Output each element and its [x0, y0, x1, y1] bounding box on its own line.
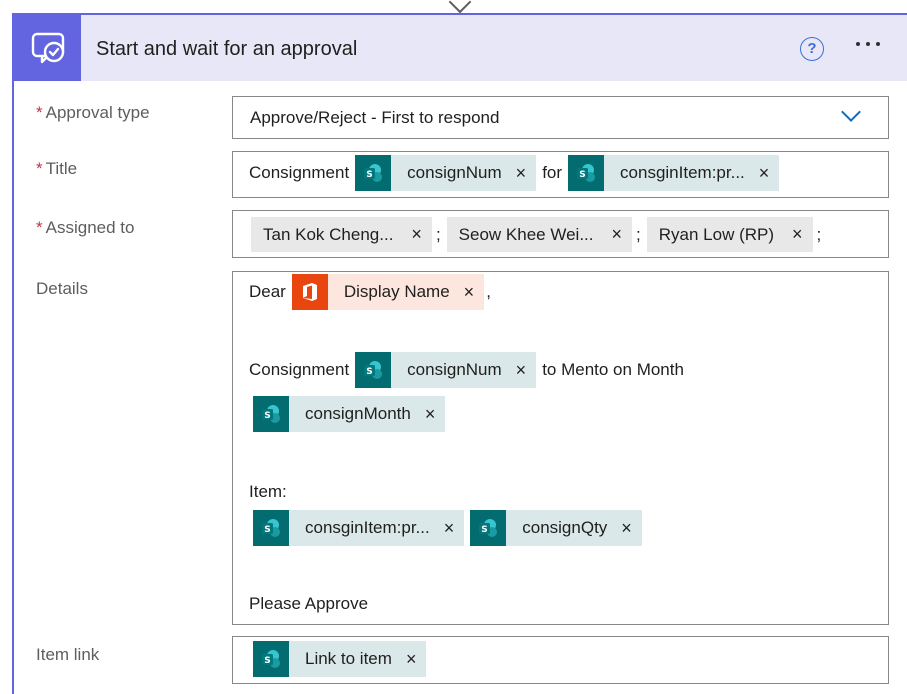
svg-text:S: S	[264, 525, 270, 535]
svg-text:S: S	[482, 525, 488, 535]
token-label: consignMonth	[305, 404, 411, 423]
sharepoint-icon: S	[253, 510, 289, 546]
token-label: consignQty	[522, 518, 608, 537]
more-options-icon[interactable]	[856, 42, 880, 46]
token-consign-num[interactable]: S consignNum ×	[355, 352, 537, 388]
token-label: consignNum	[407, 360, 502, 379]
office-icon	[291, 274, 328, 310]
assigned-to-input[interactable]: Tan Kok Cheng... × ; Seow Khee Wei... × …	[232, 210, 889, 258]
sharepoint-icon: S	[355, 155, 392, 191]
remove-token-icon[interactable]: ×	[430, 518, 465, 539]
flow-connector-arrow-icon	[448, 0, 472, 14]
person-name: Seow Khee Wei...	[458, 224, 594, 244]
remove-person-icon[interactable]: ×	[594, 224, 633, 245]
details-text-dear: Dear	[249, 282, 286, 301]
title-input[interactable]: Consignment S consignNum × for S consgin…	[232, 151, 889, 198]
token-label: consginItem:pr...	[305, 518, 430, 537]
sharepoint-icon: S	[568, 155, 605, 191]
token-consign-month[interactable]: S consignMonth ×	[253, 396, 446, 432]
svg-text:S: S	[264, 411, 270, 421]
details-textarea[interactable]: Dear Display Name × , Consignment S cons…	[232, 271, 889, 625]
assigned-to-label: * Assigned to	[36, 218, 134, 238]
token-label: consignNum	[407, 163, 502, 182]
person-name: Tan Kok Cheng...	[263, 224, 394, 244]
details-text-item: Item:	[249, 482, 287, 501]
token-consign-qty[interactable]: S consignQty ×	[470, 510, 642, 546]
details-label: Details	[36, 279, 88, 299]
remove-token-icon[interactable]: ×	[450, 282, 485, 303]
details-text-please-approve: Please Approve	[249, 594, 369, 613]
remove-token-icon[interactable]: ×	[502, 163, 537, 184]
approval-check-icon	[14, 15, 81, 81]
chevron-down-icon[interactable]	[841, 102, 861, 122]
remove-person-icon[interactable]: ×	[774, 224, 813, 245]
remove-token-icon[interactable]: ×	[745, 163, 780, 184]
token-link-to-item[interactable]: S Link to item ×	[253, 641, 427, 677]
separator: ;	[435, 224, 441, 244]
sharepoint-icon: S	[253, 396, 289, 432]
approval-action-card: Start and wait for an approval ? * Approv…	[12, 13, 907, 694]
person-token[interactable]: Seow Khee Wei... ×	[446, 217, 633, 252]
card-header[interactable]: Start and wait for an approval ?	[14, 15, 907, 81]
details-text-consignment: Consignment	[249, 360, 350, 379]
sharepoint-icon: S	[253, 641, 289, 677]
required-marker: *	[36, 159, 43, 178]
sharepoint-icon: S	[470, 510, 507, 546]
svg-text:S: S	[264, 656, 270, 666]
item-link-label: Item link	[36, 645, 99, 665]
assigned-to-label-text: Assigned to	[45, 218, 135, 237]
separator: ;	[816, 224, 822, 244]
approval-type-dropdown[interactable]: Approve/Reject - First to respond	[232, 96, 889, 139]
title-text-for: for	[542, 163, 563, 182]
title-label-text: Title	[45, 159, 78, 178]
person-token[interactable]: Tan Kok Cheng... ×	[251, 217, 432, 252]
sharepoint-icon: S	[355, 352, 392, 388]
remove-token-icon[interactable]: ×	[411, 404, 446, 425]
token-label: Display Name	[343, 282, 450, 301]
details-text-to-mento: to Mento on Month	[542, 360, 684, 379]
approval-type-label: * Approval type	[36, 103, 150, 123]
token-label: consginItem:pr...	[620, 163, 745, 182]
card-title: Start and wait for an approval	[96, 38, 358, 60]
remove-token-icon[interactable]: ×	[392, 649, 427, 670]
title-label: * Title	[36, 159, 77, 179]
item-link-label-text: Item link	[36, 645, 100, 664]
required-marker: *	[36, 218, 43, 237]
item-link-input[interactable]: S Link to item ×	[232, 636, 889, 684]
person-token[interactable]: Ryan Low (RP) ×	[646, 217, 813, 252]
details-comma: ,	[486, 282, 491, 301]
person-name: Ryan Low (RP)	[658, 224, 775, 244]
help-icon[interactable]: ?	[800, 37, 824, 61]
details-label-text: Details	[36, 279, 88, 298]
required-marker: *	[36, 103, 43, 122]
title-text-consignment: Consignment	[249, 163, 350, 182]
remove-person-icon[interactable]: ×	[393, 224, 432, 245]
token-display-name[interactable]: Display Name ×	[291, 274, 485, 310]
separator: ;	[636, 224, 641, 244]
svg-text:S: S	[579, 170, 585, 180]
approval-type-label-text: Approval type	[45, 103, 150, 122]
approval-type-value: Approve/Reject - First to respond	[250, 108, 500, 127]
token-consgin-item[interactable]: S consginItem:pr... ×	[253, 510, 465, 546]
svg-text:S: S	[366, 367, 372, 377]
token-label: Link to item	[305, 649, 392, 668]
remove-token-icon[interactable]: ×	[607, 518, 642, 539]
token-consgin-item[interactable]: S consginItem:pr... ×	[568, 155, 780, 191]
svg-text:S: S	[366, 170, 372, 180]
remove-token-icon[interactable]: ×	[502, 360, 537, 381]
token-consign-num[interactable]: S consignNum ×	[355, 155, 537, 191]
